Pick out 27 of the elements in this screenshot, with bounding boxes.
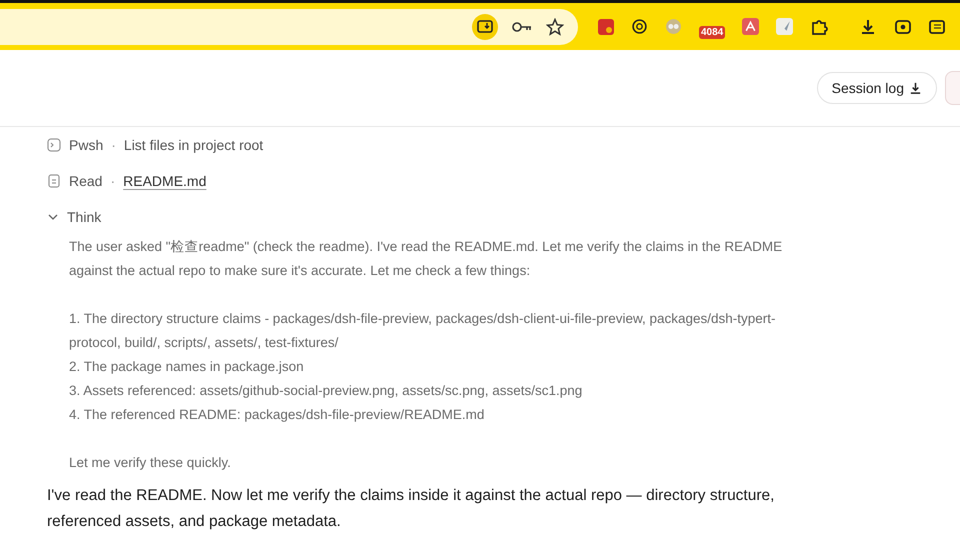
separator-dot: ·	[111, 137, 116, 153]
extension-icon[interactable]	[598, 18, 614, 34]
lens-icon[interactable]	[894, 18, 912, 36]
reading-list-icon[interactable]	[929, 18, 946, 34]
key-icon[interactable]	[512, 20, 532, 34]
thought-text: 4. The referenced README: packages/dsh-file-preview/README.md	[69, 406, 486, 424]
tool-name: Read	[69, 173, 102, 189]
tool-name: Pwsh	[69, 137, 104, 153]
star-icon[interactable]	[546, 18, 564, 36]
terminal-icon	[47, 138, 61, 152]
file-link[interactable]: README.md	[123, 173, 206, 189]
think-toggle[interactable]: Think	[67, 209, 102, 225]
thought-text: Let me verify these quickly.	[69, 454, 232, 472]
translate-icon[interactable]	[742, 18, 760, 35]
separator-dot: ·	[110, 173, 116, 189]
tool-detail: List files in project root	[124, 137, 264, 153]
thought-text: 3. Assets referenced: assets/github-social-preview.png, assets/sc.png, assets/sc1.png	[69, 382, 584, 400]
extension-badge[interactable]: 4084	[699, 26, 726, 39]
session-log-button[interactable]: Session log	[816, 72, 937, 104]
answer-text: I've read the README. Now let me verify the claims inside it against the actual repo — directory structure, referenced assets, and package metadata.	[47, 486, 776, 532]
puzzle-icon[interactable]	[810, 18, 828, 36]
file-icon	[47, 174, 61, 188]
download-icon	[909, 82, 922, 94]
thought-text: The user asked "检查readme" (check the readme). I've read the README.md. Let me verify the claims in the README against the actual repo to make sure it's accurate. Let me check a few things:	[69, 238, 784, 280]
install-app-icon[interactable]	[472, 14, 498, 40]
thought-text: 1. The directory structure claims - packages/dsh-file-preview, packages/dsh-client-ui-file-preview, packages/dsh-typert-protocol, build/, scripts/, assets/, test-fixtures/	[69, 310, 777, 352]
thought-text: 2. The package names in package.json	[69, 358, 305, 376]
